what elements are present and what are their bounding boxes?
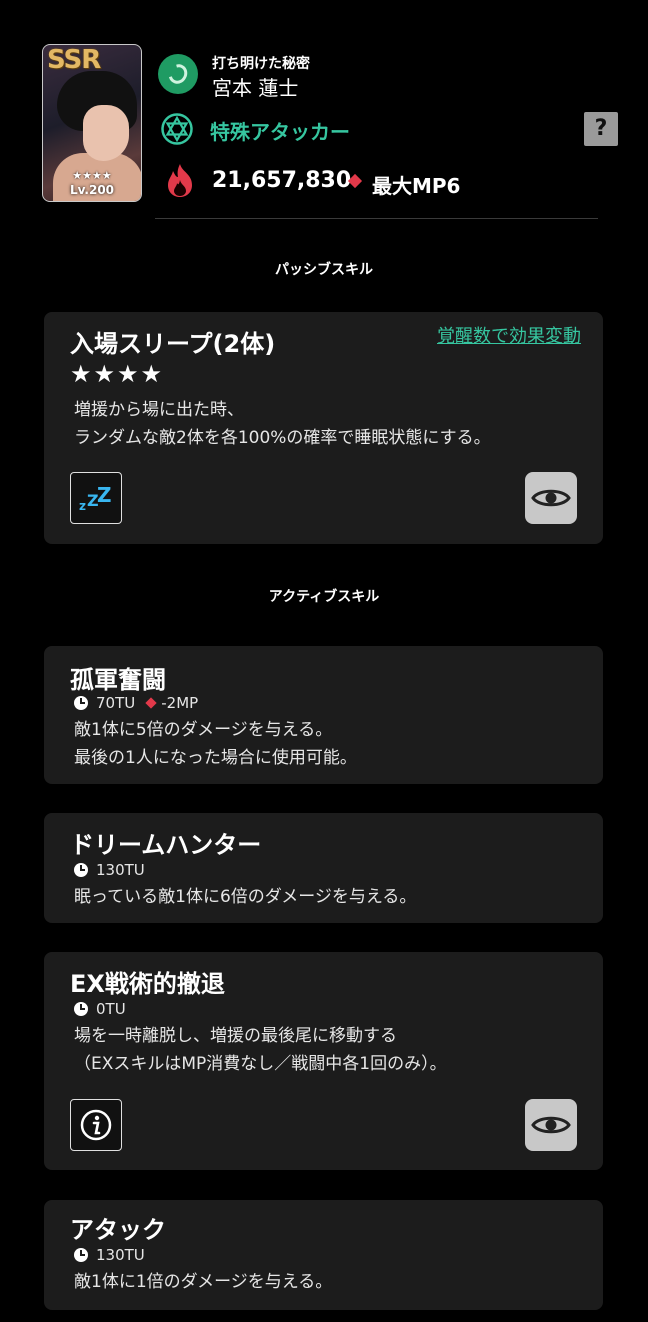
passive-section-title: パッシブスキル [275,262,373,278]
svg-text:z: z [79,499,86,512]
character-name: 宮本 蓮士 [212,76,299,100]
skill-description: 敵1体に1倍のダメージを与える。 [74,1272,333,1292]
attribute-icon [158,54,198,94]
role-icon [161,113,193,145]
skill-tu: 130TU [96,1246,145,1264]
skill-meta: 0TU [74,1000,126,1018]
eye-icon [531,489,571,507]
rarity-badge: SSR [47,45,101,75]
active-skill-card: アタック 130TU 敵1体に1倍のダメージを与える。 [44,1200,603,1310]
header-divider [155,218,598,219]
eye-icon [531,1116,571,1134]
active-skill-card: ドリームハンター 130TU 眠っている敵1体に6倍のダメージを与える。 [44,813,603,923]
sleep-icon[interactable]: z Z Z [70,472,122,524]
skill-meta: 70TU -2MP [74,694,198,712]
skill-meta: 130TU [74,861,145,879]
skill-description: 眠っている敵1体に6倍のダメージを与える。 [74,887,417,907]
skill-meta: 130TU [74,1246,145,1264]
skill-name: EX戦術的撤退 [70,970,225,998]
skill-tu: 70TU [96,694,136,712]
skill-description: 増援から場に出た時、 ランダムな敵2体を各100%の確率で睡眠状態にする。 [74,400,491,448]
skill-description: 敵1体に5倍のダメージを与える。 最後の1人になった場合に使用可能。 [74,720,357,768]
skill-name: ドリームハンター [70,831,262,859]
clock-icon [74,863,88,877]
max-mp: 最大MP6 [372,174,461,198]
preview-eye-button[interactable] [525,472,577,524]
info-circle-icon [80,1109,112,1141]
sleep-z-icon: z Z Z [79,484,112,512]
skill-description: 場を一時離脱し、増援の最後尾に移動する （EXスキルはMP消費なし／戦闘中各1回… [74,1026,447,1074]
clock-icon [74,696,88,710]
skill-name: 孤軍奮闘 [70,666,166,694]
skill-stars: ★★★★ [70,360,165,388]
passive-skill-card: 入場スリープ(2体) 覚醒数で効果変動 ★★★★ 増援から場に出た時、 ランダム… [44,312,603,544]
skill-name: アタック [70,1216,166,1244]
mp-diamond-icon [145,697,157,709]
character-subtitle: 打ち明けた秘密 [212,56,310,72]
info-icon[interactable] [70,1099,122,1151]
svg-text:Z: Z [97,484,112,507]
fire-icon [168,164,192,197]
power-value: 21,657,830 [212,168,352,193]
clock-icon [74,1248,88,1262]
skill-tu: 130TU [96,861,145,879]
portrait-stars: ★★★★ [72,169,112,182]
active-section-title: アクティブスキル [268,589,380,605]
skill-tu: 0TU [96,1000,126,1018]
active-skill-card: 孤軍奮闘 70TU -2MP 敵1体に5倍のダメージを与える。 最後の1人になっ… [44,646,603,784]
awakening-effect-link[interactable]: 覚醒数で効果変動 [437,322,581,348]
preview-eye-button[interactable] [525,1099,577,1151]
level-label: Lv.200 [69,183,115,197]
clock-icon [74,1002,88,1016]
character-portrait[interactable]: SSR ★★★★ Lv.200 [42,44,142,202]
role-label: 特殊アタッカー [210,120,350,144]
skill-mp: -2MP [161,694,199,712]
help-button[interactable]: ? [584,112,618,146]
active-skill-card: EX戦術的撤退 0TU 場を一時離脱し、増援の最後尾に移動する （EXスキルはM… [44,952,603,1170]
skill-name: 入場スリープ(2体) [70,330,276,358]
